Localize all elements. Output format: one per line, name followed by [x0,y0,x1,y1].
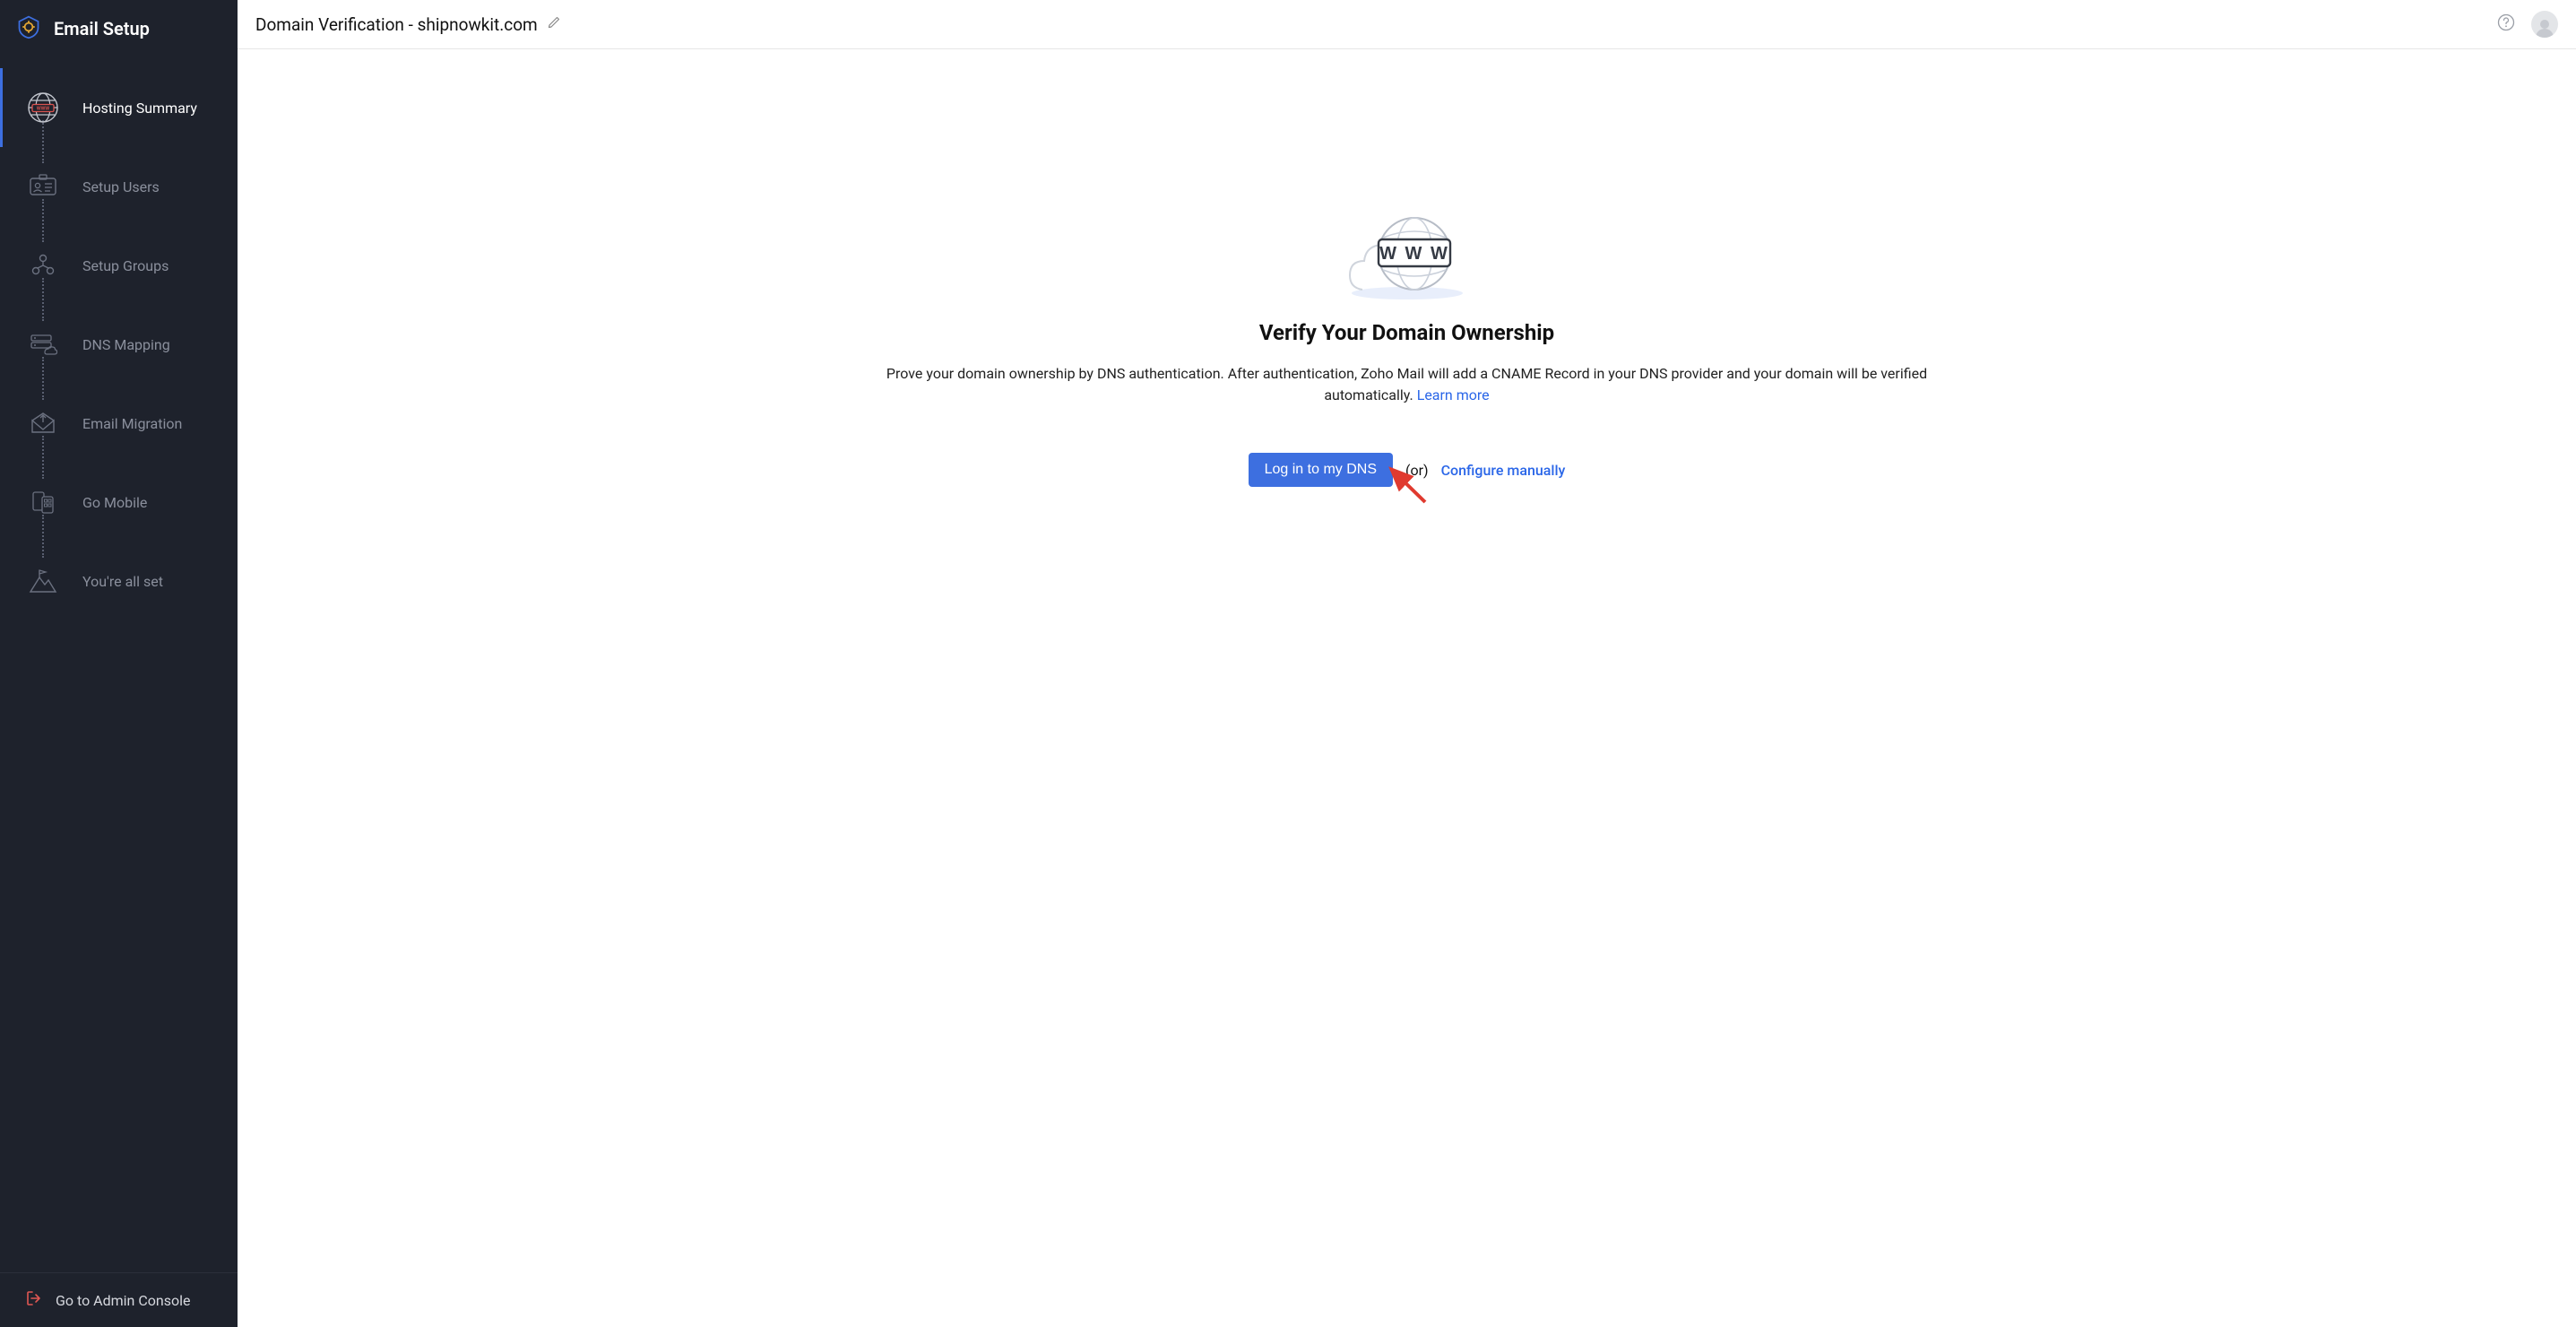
step-label: DNS Mapping [82,336,170,353]
globe-www-icon: WWW [22,91,65,124]
topbar: Domain Verification - shipnowkit.com [238,0,2576,49]
id-card-icon [22,170,65,203]
group-icon [22,249,65,282]
sidebar-item-setup-groups[interactable]: Setup Groups [0,226,238,305]
page-title: Domain Verification - shipnowkit.com [255,14,538,35]
envelope-upload-icon [22,407,65,439]
user-avatar[interactable] [2531,11,2558,38]
step-label: Email Migration [82,415,182,432]
help-icon[interactable] [2497,13,2515,35]
go-to-admin-console-link[interactable]: Go to Admin Console [0,1272,238,1327]
sidebar-item-go-mobile[interactable]: Go Mobile [0,463,238,542]
svg-text:W W W: W W W [1379,244,1449,264]
content: W W W Verify Your Domain Ownership Prove… [238,49,2576,1327]
sidebar-item-setup-users[interactable]: Setup Users [0,147,238,226]
www-globe-illustration: W W W [241,211,2572,300]
sidebar-item-email-migration[interactable]: Email Migration [0,384,238,463]
step-label: Hosting Summary [82,100,197,117]
sidebar-title: Email Setup [54,18,150,39]
step-label: Setup Groups [82,257,169,274]
mobile-devices-icon [22,486,65,518]
step-label: You're all set [82,573,163,590]
or-text: (or) [1405,462,1429,479]
sidebar-steps: WWW Hosting Summary Setup Users [0,61,238,1272]
main: Domain Verification - shipnowkit.com [238,0,2576,1327]
sidebar-header: Email Setup [0,0,238,61]
sidebar-item-hosting-summary[interactable]: WWW Hosting Summary [0,68,238,147]
svg-text:WWW: WWW [37,107,49,112]
logo-icon [16,14,41,43]
server-cloud-icon [22,328,65,360]
mountain-flag-icon [22,565,65,597]
login-to-dns-button[interactable]: Log in to my DNS [1249,453,1393,487]
verify-description: Prove your domain ownership by DNS authe… [843,363,1972,406]
exit-icon [25,1289,43,1311]
cta-row: Log in to my DNS (or) Configure manually [241,453,2572,487]
admin-console-label: Go to Admin Console [56,1292,190,1309]
sidebar-item-all-set[interactable]: You're all set [0,542,238,620]
configure-manually-link[interactable]: Configure manually [1441,462,1566,479]
edit-icon[interactable] [547,15,561,33]
verify-heading: Verify Your Domain Ownership [241,320,2572,345]
step-label: Go Mobile [82,494,147,511]
step-label: Setup Users [82,178,160,195]
sidebar-item-dns-mapping[interactable]: DNS Mapping [0,305,238,384]
sidebar: Email Setup WWW Hosting Summary [0,0,238,1327]
learn-more-link[interactable]: Learn more [1417,386,1490,403]
